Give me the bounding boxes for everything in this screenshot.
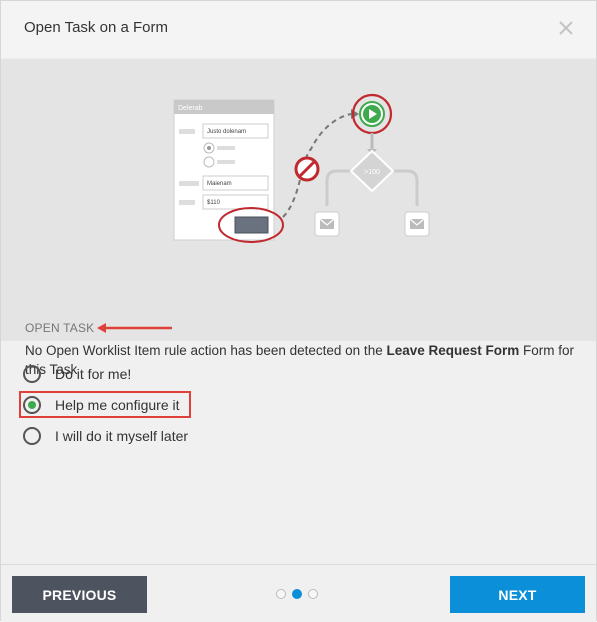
wizard-dialog: Open Task on a Form Delerab Justo dolena… bbox=[0, 0, 597, 622]
form-field3-value: $110 bbox=[207, 200, 221, 206]
next-button[interactable]: NEXT bbox=[450, 576, 585, 613]
page-dot-1[interactable] bbox=[276, 589, 286, 599]
email-node-right-icon bbox=[404, 211, 430, 237]
dialog-title: Open Task on a Form bbox=[24, 19, 168, 36]
decision-label: >100 bbox=[364, 169, 380, 176]
page-dot-2[interactable] bbox=[292, 589, 302, 599]
close-icon[interactable] bbox=[555, 17, 577, 39]
form-field2-value: Maienam bbox=[207, 181, 232, 187]
workflow-illustration: Delerab Justo dolenam Maienam $110 >100 bbox=[173, 93, 430, 243]
arrow-left-icon bbox=[97, 323, 172, 333]
option-label: I will do it myself later bbox=[55, 428, 189, 444]
selection-highlight bbox=[19, 391, 191, 418]
illustration-panel: Delerab Justo dolenam Maienam $110 >100 … bbox=[1, 59, 596, 377]
form-name: Leave Request Form bbox=[386, 343, 520, 358]
option-do-it-later[interactable]: I will do it myself later bbox=[23, 423, 188, 449]
email-node-left-icon bbox=[314, 211, 340, 237]
form-field1-value: Justo dolenam bbox=[207, 129, 246, 135]
radio-button[interactable] bbox=[23, 365, 41, 383]
decision-node: >100 bbox=[349, 149, 395, 193]
page-dot-3[interactable] bbox=[308, 589, 318, 599]
option-do-it-for-me[interactable]: Do it for me! bbox=[23, 361, 131, 387]
radio-button[interactable] bbox=[23, 427, 41, 445]
option-label: Do it for me! bbox=[55, 366, 132, 382]
form-mockup-title: Delerab bbox=[178, 105, 203, 112]
form-mockup: Delerab Justo dolenam Maienam $110 bbox=[173, 99, 284, 243]
dialog-header: Open Task on a Form bbox=[1, 1, 596, 57]
dialog-footer: PREVIOUS NEXT bbox=[1, 564, 596, 622]
open-task-heading: OPEN TASK bbox=[25, 321, 95, 335]
no-entry-icon bbox=[294, 156, 320, 182]
previous-button[interactable]: PREVIOUS bbox=[12, 576, 147, 613]
page-indicator bbox=[276, 589, 318, 599]
desc-prefix: No Open Worklist Item rule action has be… bbox=[25, 343, 387, 358]
